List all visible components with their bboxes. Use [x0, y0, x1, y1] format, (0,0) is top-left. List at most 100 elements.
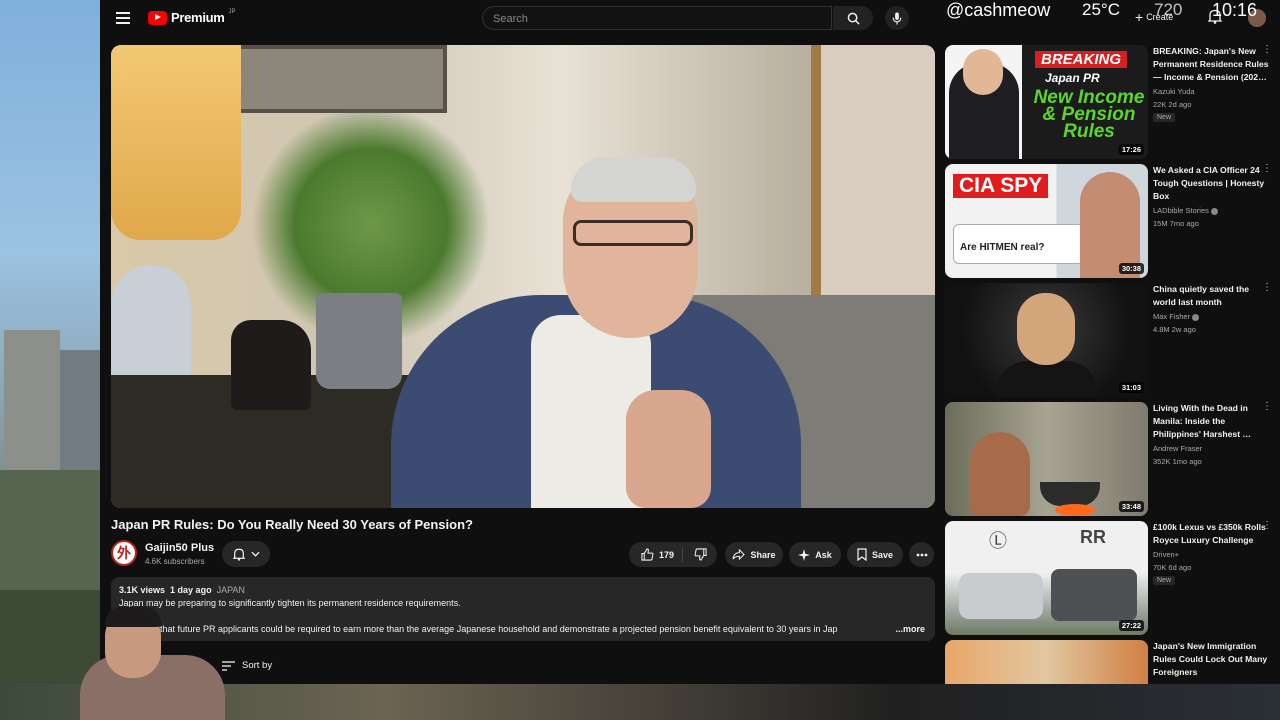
lexus-logo-icon: Ⓛ [989, 531, 1007, 551]
webcam-overlay [75, 605, 225, 720]
microphone-icon [892, 11, 902, 25]
recommendation-meta: 15M 7mo ago [1153, 219, 1199, 228]
thumbnail-text-japan-pr: Japan PR [1045, 71, 1100, 85]
description-box[interactable]: 3.1K views 1 day ago JAPAN Japan may be … [111, 577, 935, 641]
save-button[interactable]: Save [847, 542, 903, 567]
recommendation-title[interactable]: China quietly saved the world last month [1153, 283, 1273, 309]
overlay-handle: @cashmeow [946, 0, 1051, 20]
recommendation-channel[interactable]: LADbible Stories [1153, 206, 1218, 215]
recommendation-meta: 352K 1mo ago [1153, 457, 1202, 466]
description-more-link[interactable]: ...more [893, 624, 925, 634]
subscription-bell-button[interactable] [222, 541, 270, 567]
description-line-2: orts claim that future PR applicants cou… [119, 624, 838, 634]
sort-label: Sort by [242, 660, 273, 671]
youtube-premium-logo[interactable]: Premium JP [148, 9, 236, 25]
like-count: 179 [658, 549, 675, 560]
like-dislike-group: 179 [629, 542, 717, 567]
recommendation-thumbnail[interactable] [945, 640, 1148, 684]
more-vertical-icon[interactable]: ⋮ [1262, 402, 1272, 412]
thumbnail-person [970, 432, 1030, 516]
dislike-button[interactable] [688, 548, 713, 561]
like-button[interactable]: 179 [633, 547, 684, 562]
video-duration: 31:03 [1118, 382, 1144, 393]
rolls-royce-logo: RR [1080, 527, 1106, 547]
recommendation-thumbnail[interactable]: 33:48 [945, 402, 1148, 516]
recommendation-title[interactable]: Living With the Dead in Manila: Inside t… [1153, 402, 1273, 441]
webcam-person-hair [105, 607, 161, 627]
menu-icon[interactable] [116, 12, 130, 24]
video-duration: 33:48 [1118, 501, 1144, 512]
youtube-window: Premium JP Search + Create Japan PR Rule… [100, 0, 1280, 684]
recommendation-item[interactable]: 33:48 Living With the Dead in Manila: In… [945, 402, 1280, 516]
more-horizontal-icon [916, 553, 927, 556]
video-frame-lamp [111, 45, 241, 240]
sparkle-icon [798, 548, 811, 561]
video-duration: 27:22 [1118, 620, 1144, 631]
more-vertical-icon[interactable]: ⋮ [1262, 521, 1272, 531]
share-button[interactable]: Share [725, 542, 783, 567]
verified-icon [1210, 207, 1218, 215]
recommendation-thumbnail[interactable]: CIA SPY Are HITMEN real? 30:38 [945, 164, 1148, 278]
recommendation-title[interactable]: We Asked a CIA Officer 24 Tough Question… [1153, 164, 1273, 203]
thumbnail-text-breaking: BREAKING [1035, 51, 1128, 68]
new-badge: New [1153, 576, 1176, 585]
recommendation-title[interactable]: Japan's New Immigration Rules Could Lock… [1153, 640, 1273, 679]
more-vertical-icon[interactable]: ⋮ [1262, 164, 1272, 174]
youtube-play-icon [148, 10, 167, 25]
recommendation-item[interactable]: CIA SPY Are HITMEN real? 30:38 We Asked … [945, 164, 1280, 278]
video-frame-speaker-glasses [573, 220, 693, 246]
recommendation-channel[interactable]: Driven+ [1153, 550, 1179, 559]
overlay-resolution: 720 [1154, 0, 1183, 19]
thumbs-up-icon [641, 548, 654, 561]
description-hashtag[interactable]: JAPAN [217, 585, 245, 595]
channel-label: Max Fisher [1153, 312, 1191, 321]
video-title: Japan PR Rules: Do You Really Need 30 Ye… [111, 517, 473, 532]
recommendation-thumbnail[interactable]: BREAKING Japan PR New Income & Pension R… [945, 45, 1148, 159]
upload-age: 1 day ago [170, 585, 212, 595]
chevron-down-icon [250, 551, 260, 557]
channel-name[interactable]: Gaijin50 Plus [145, 542, 214, 554]
search-input[interactable]: Search [482, 6, 832, 30]
ask-label: Ask [815, 549, 832, 560]
recommendation-meta: 22K 2d ago [1153, 100, 1192, 109]
thumbnail-question-box: Are HITMEN real? [953, 224, 1085, 264]
thumbnail-text-question: Are HITMEN real? [960, 242, 1045, 253]
recommendation-item[interactable]: Japan's New Immigration Rules Could Lock… [945, 640, 1280, 684]
more-vertical-icon[interactable]: ⋮ [1262, 45, 1272, 55]
channel-avatar[interactable]: 外 [111, 540, 137, 566]
recommendation-thumbnail[interactable]: Ⓛ RR 27:22 [945, 521, 1148, 635]
share-icon [732, 549, 746, 560]
recommendation-item[interactable]: Ⓛ RR 27:22 £100k Lexus vs £350k Rolls Ro… [945, 521, 1280, 635]
video-frame-horse-statue [231, 320, 311, 410]
video-frame-speaker-hand [626, 390, 711, 508]
thumbnail-text-rules: New Income & Pension Rules [1033, 87, 1145, 142]
video-frame-painting [229, 45, 447, 113]
thumbs-down-icon [694, 548, 707, 561]
save-label: Save [871, 549, 894, 560]
search-button[interactable] [833, 6, 873, 30]
comments-sort-button[interactable]: Sort by [222, 660, 272, 671]
view-count: 3.1K views [119, 585, 166, 595]
more-actions-button[interactable] [909, 542, 934, 567]
video-duration: 30:38 [1118, 263, 1144, 274]
recommendation-item[interactable]: BREAKING Japan PR New Income & Pension R… [945, 45, 1280, 159]
ask-button[interactable]: Ask [789, 542, 841, 567]
thumbnail-fire [1055, 504, 1095, 516]
recommendation-channel[interactable]: Kazuki Yuda [1153, 87, 1195, 96]
verified-icon [1192, 313, 1200, 321]
video-frame-pot [316, 293, 402, 389]
more-vertical-icon[interactable]: ⋮ [1262, 283, 1272, 293]
recommendation-title[interactable]: £100k Lexus vs £350k Rolls Royce Luxury … [1153, 521, 1273, 547]
video-player[interactable] [111, 45, 935, 508]
recommendation-thumbnail[interactable]: 31:03 [945, 283, 1148, 397]
share-label: Share [750, 549, 776, 560]
channel-label: LADbible Stories [1153, 206, 1209, 215]
recommendation-item[interactable]: 31:03 China quietly saved the world last… [945, 283, 1280, 397]
recommendation-channel[interactable]: Andrew Fraser [1153, 444, 1202, 453]
search-icon [847, 12, 860, 25]
thumbnail-text-cia-spy: CIA SPY [953, 174, 1049, 198]
recommendation-channel[interactable]: Max Fisher [1153, 312, 1200, 321]
recommendation-title[interactable]: BREAKING: Japan's New Permanent Residenc… [1153, 45, 1273, 84]
video-frame-window [811, 45, 935, 295]
voice-search-button[interactable] [885, 6, 909, 30]
